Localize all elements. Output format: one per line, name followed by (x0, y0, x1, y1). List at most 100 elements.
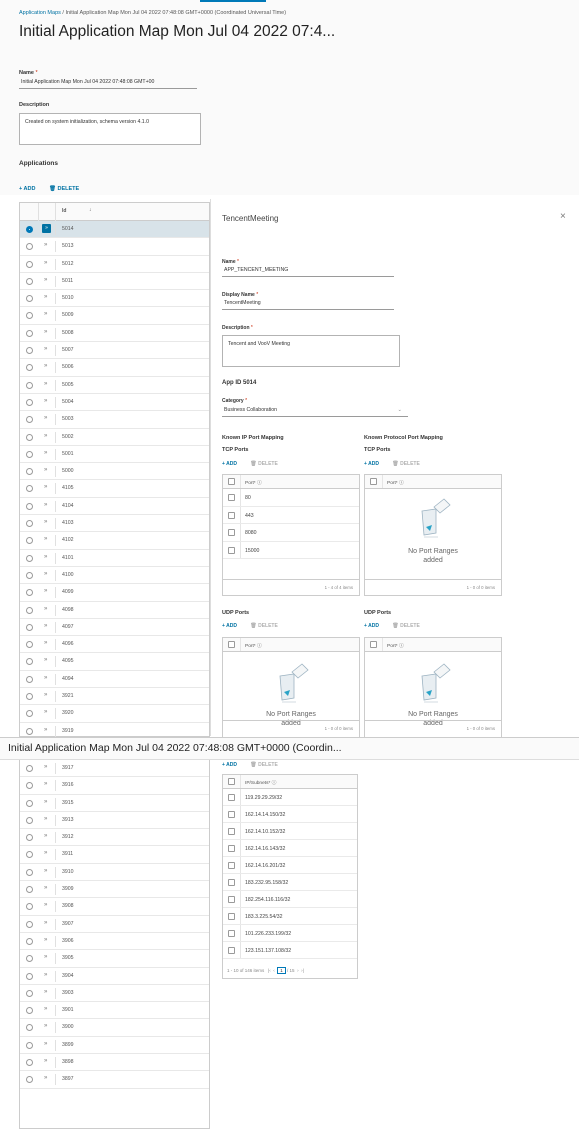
row-radio-button[interactable] (26, 920, 33, 928)
table-row[interactable]: » 5004 (20, 394, 209, 412)
subnet-row[interactable]: 162.14.16.201/32 (223, 857, 357, 874)
row-radio-button[interactable] (26, 1059, 33, 1067)
row-radio-button[interactable] (26, 1076, 33, 1084)
expand-detail-icon[interactable]: » (44, 954, 47, 960)
row-radio-button[interactable] (26, 989, 33, 997)
expand-detail-icon[interactable]: » (44, 502, 47, 508)
select-all-checkbox[interactable] (228, 778, 235, 785)
expand-detail-icon[interactable]: » (44, 554, 47, 560)
table-row[interactable]: » 4102 (20, 532, 209, 550)
table-row[interactable]: » 3907 (20, 916, 209, 933)
expand-detail-icon[interactable]: » (44, 329, 47, 335)
expand-detail-icon[interactable]: » (44, 311, 47, 317)
row-radio-button[interactable] (26, 347, 33, 355)
port-row[interactable]: 443 (223, 506, 359, 524)
add-application-button[interactable]: + ADD (19, 186, 35, 192)
row-radio-button[interactable] (26, 433, 33, 441)
expand-detail-icon[interactable]: » (44, 519, 47, 525)
row-radio-button[interactable] (26, 329, 33, 337)
table-row[interactable]: » 5008 (20, 325, 209, 343)
table-row[interactable]: » 3910 (20, 864, 209, 882)
table-row[interactable]: » 4104 (20, 498, 209, 516)
row-radio-button[interactable] (26, 571, 33, 579)
expand-detail-icon[interactable]: » (44, 606, 47, 612)
detail-name-field[interactable]: APP_TENCENT_MEETING (222, 266, 394, 277)
expand-detail-icon[interactable]: » (44, 675, 47, 681)
expand-detail-icon[interactable]: » (44, 799, 47, 805)
expand-detail-icon[interactable]: » (44, 450, 47, 456)
row-radio-button[interactable] (26, 1007, 33, 1015)
row-radio-button[interactable] (26, 537, 33, 545)
page-number-input[interactable]: 1 (277, 967, 286, 974)
row-checkbox[interactable] (228, 845, 235, 852)
row-checkbox[interactable] (228, 896, 235, 903)
table-row[interactable]: » 3915 (20, 795, 209, 812)
expand-detail-icon[interactable]: » (44, 1041, 47, 1047)
row-radio-button[interactable] (26, 243, 33, 251)
row-radio-button[interactable] (26, 903, 33, 911)
row-radio-button[interactable] (26, 799, 33, 807)
expand-detail-icon[interactable]: » (44, 989, 47, 995)
row-radio-button[interactable] (26, 520, 33, 528)
table-row[interactable]: » 5003 (20, 411, 209, 429)
subnet-row[interactable]: 162.14.16.143/32 (223, 840, 357, 857)
row-radio-button[interactable] (26, 468, 33, 476)
table-row[interactable]: » 3920 (20, 705, 209, 723)
row-radio-button[interactable] (26, 502, 33, 510)
select-all-checkbox[interactable] (370, 641, 377, 648)
row-radio-button[interactable] (26, 675, 33, 683)
table-row[interactable]: » 3901 (20, 1002, 209, 1020)
expand-detail-icon[interactable]: » (44, 885, 47, 891)
expand-detail-icon[interactable]: » (44, 571, 47, 577)
ip-tcp-add-button[interactable]: + ADD (222, 461, 237, 467)
row-radio-button[interactable] (26, 693, 33, 701)
table-row[interactable]: » 3921 (20, 688, 209, 706)
expand-detail-icon[interactable]: » (44, 920, 47, 926)
table-row[interactable]: » 3908 (20, 898, 209, 916)
expand-detail-icon[interactable]: » (44, 868, 47, 874)
subnet-row[interactable]: 119.29.29.29/32 (223, 789, 357, 806)
table-row[interactable]: » 3904 (20, 968, 209, 985)
expand-detail-icon[interactable]: » (44, 1058, 47, 1064)
description-textarea[interactable]: Created on system initialization, schema… (19, 113, 201, 145)
breadcrumb-link-application-maps[interactable]: Application Maps (19, 10, 61, 16)
table-row[interactable]: » 5011 (20, 273, 209, 291)
expand-detail-icon[interactable]: » (44, 346, 47, 352)
row-radio-button[interactable] (26, 589, 33, 597)
row-radio-button[interactable] (26, 765, 33, 772)
subnet-row[interactable]: 162.14.10.152/32 (223, 823, 357, 840)
table-row[interactable]: » 3913 (20, 812, 209, 830)
row-radio-button[interactable] (26, 312, 33, 320)
table-row[interactable]: » 3900 (20, 1019, 209, 1037)
next-page-icon[interactable]: › (297, 968, 299, 973)
expand-detail-icon[interactable]: » (44, 1023, 47, 1029)
row-radio-button[interactable] (26, 554, 33, 562)
select-all-checkbox[interactable] (228, 641, 235, 648)
expand-detail-icon[interactable]: » (44, 692, 47, 698)
table-row[interactable]: » 5010 (20, 290, 209, 308)
row-radio-button[interactable] (26, 641, 33, 649)
expand-detail-icon[interactable]: » (44, 484, 47, 490)
table-row[interactable]: » 3917 (20, 760, 209, 778)
table-row[interactable]: » 3916 (20, 777, 209, 795)
row-checkbox[interactable] (228, 930, 235, 937)
table-row[interactable]: » 4103 (20, 515, 209, 533)
table-row[interactable]: » 5006 (20, 359, 209, 377)
row-checkbox[interactable] (228, 862, 235, 869)
row-radio-button[interactable] (26, 364, 33, 372)
row-radio-button[interactable] (26, 381, 33, 389)
last-page-icon[interactable]: ›| (301, 968, 304, 973)
id-column-header[interactable]: Id (62, 208, 66, 214)
expand-detail-icon[interactable]: » (44, 398, 47, 404)
subnets-delete-button[interactable]: 🗑 DELETE (250, 762, 277, 768)
row-radio-button[interactable] (26, 710, 33, 718)
expand-detail-icon[interactable]: » (44, 242, 47, 248)
table-row[interactable]: » 4105 (20, 480, 209, 498)
row-checkbox[interactable] (228, 511, 235, 519)
delete-application-button[interactable]: 🗑 DELETE (49, 186, 79, 192)
row-radio-button[interactable] (26, 295, 33, 303)
expand-detail-icon[interactable]: » (44, 850, 47, 856)
table-row[interactable]: » 4097 (20, 619, 209, 637)
table-row[interactable]: » 3899 (20, 1037, 209, 1055)
table-row[interactable]: » 4099 (20, 584, 209, 602)
